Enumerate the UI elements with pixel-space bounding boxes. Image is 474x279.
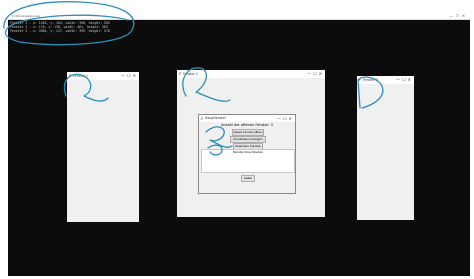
annotation-scribbles: [3, 1, 384, 156]
scribble-dialog-2: [205, 126, 233, 148]
scribble-window-1: [63, 73, 109, 102]
scribble-console-circle: [3, 1, 135, 46]
scribble-window-2: [182, 67, 231, 102]
scribble-dialog-2b: [207, 144, 223, 156]
scribble-window-3: [357, 76, 384, 109]
